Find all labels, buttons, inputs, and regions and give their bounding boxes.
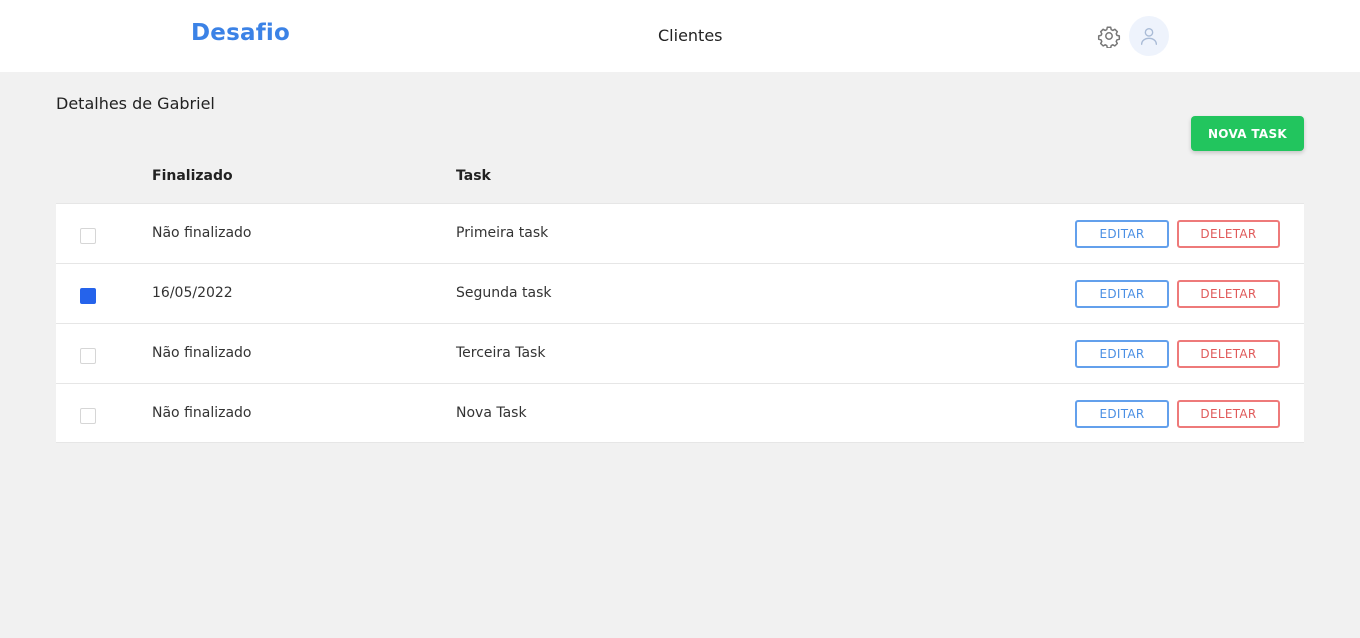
table-header: Finalizado Task [56, 160, 1304, 203]
task-status: Não finalizado [152, 345, 252, 361]
gear-icon[interactable] [1097, 24, 1121, 49]
table-row: Não finalizado Nova Task EDITAR DELETAR [56, 383, 1304, 443]
task-name: Primeira task [456, 225, 549, 241]
task-status: Não finalizado [152, 225, 252, 241]
task-checkbox[interactable] [80, 228, 96, 244]
edit-button[interactable]: EDITAR [1075, 280, 1169, 308]
task-name: Terceira Task [456, 345, 546, 361]
brand-logo[interactable]: Desafio [191, 20, 290, 46]
delete-button[interactable]: DELETAR [1177, 280, 1280, 308]
task-checkbox[interactable] [80, 348, 96, 364]
delete-button[interactable]: DELETAR [1177, 340, 1280, 368]
nav-link-clientes[interactable]: Clientes [658, 26, 723, 45]
task-checkbox[interactable] [80, 288, 96, 304]
edit-button[interactable]: EDITAR [1075, 400, 1169, 428]
column-header-finalizado: Finalizado [152, 168, 233, 184]
task-checkbox[interactable] [80, 408, 96, 424]
task-status: Não finalizado [152, 405, 252, 421]
user-icon [1140, 27, 1158, 45]
table-row: Não finalizado Terceira Task EDITAR DELE… [56, 323, 1304, 383]
task-name: Nova Task [456, 405, 527, 421]
table-row: Não finalizado Primeira task EDITAR DELE… [56, 203, 1304, 263]
task-table: Não finalizado Primeira task EDITAR DELE… [56, 203, 1304, 443]
page-title: Detalhes de Gabriel [56, 94, 215, 113]
edit-button[interactable]: EDITAR [1075, 220, 1169, 248]
new-task-button[interactable]: NOVA TASK [1191, 116, 1304, 151]
top-navbar: Desafio Clientes [0, 0, 1360, 72]
delete-button[interactable]: DELETAR [1177, 400, 1280, 428]
delete-button[interactable]: DELETAR [1177, 220, 1280, 248]
table-row: 16/05/2022 Segunda task EDITAR DELETAR [56, 263, 1304, 323]
task-status: 16/05/2022 [152, 285, 233, 301]
user-avatar[interactable] [1129, 16, 1169, 56]
task-name: Segunda task [456, 285, 552, 301]
edit-button[interactable]: EDITAR [1075, 340, 1169, 368]
column-header-task: Task [456, 168, 491, 184]
